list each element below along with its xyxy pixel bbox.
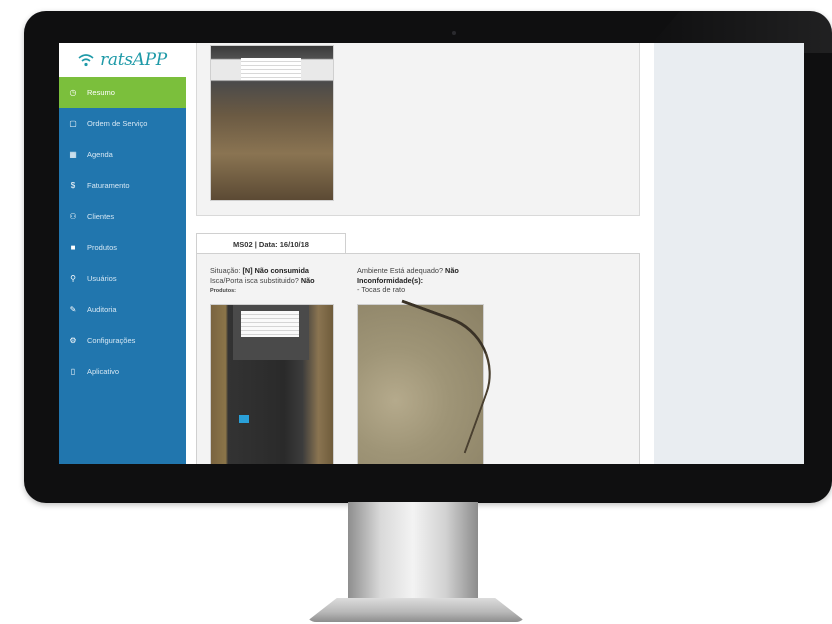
sidebar-item-label: Produtos xyxy=(87,243,118,252)
users-icon: ⚇ xyxy=(69,212,77,221)
isca-label: Isca/Porta isca substituido? xyxy=(210,275,299,285)
bait-station-photo[interactable] xyxy=(210,45,334,201)
sidebar-item-label: Usuários xyxy=(87,274,117,283)
monitor-stand xyxy=(348,502,478,600)
box-icon: ■ xyxy=(70,243,76,252)
produtos-label: Produtos: xyxy=(210,288,236,294)
sidebar-item-agenda[interactable]: ▦ Agenda xyxy=(59,139,186,170)
brand-name: ratsAPP xyxy=(100,50,167,70)
mobile-icon: ▯ xyxy=(70,367,76,376)
camera-dot xyxy=(452,31,456,35)
sidebar-item-resumo[interactable]: ◷ Resumo xyxy=(59,77,186,108)
user-icon: ⚲ xyxy=(70,274,76,283)
sidebar-item-produtos[interactable]: ■ Produtos xyxy=(59,232,186,263)
inconformidade-label: Inconformidade(s): xyxy=(357,275,424,285)
dollar-icon: $ xyxy=(70,181,76,190)
inspection-card: Situação: [N] Não consumida Isca/Porta i… xyxy=(196,253,640,464)
previous-inspection-card xyxy=(196,43,640,216)
sidebar-item-label: Ordem de Serviço xyxy=(87,119,148,128)
isca-value: Não xyxy=(300,275,315,285)
sidebar-item-aplicativo[interactable]: ▯ Aplicativo xyxy=(59,356,186,387)
ambiente-value: Não xyxy=(445,266,459,275)
right-panel xyxy=(654,43,804,464)
clock-icon: ◷ xyxy=(69,88,77,97)
clipboard-icon: ▢ xyxy=(69,119,77,128)
calendar-icon: ▦ xyxy=(69,150,77,159)
gear-icon: ⚙ xyxy=(69,336,77,345)
station-label-sticker xyxy=(241,311,299,337)
burrow-crack xyxy=(360,299,508,454)
sidebar: ratsAPP ◷ Resumo ▢ Ordem de Serviço ▦ Ag… xyxy=(59,43,186,464)
bait-station-open-photo[interactable] xyxy=(210,304,334,464)
monitor-base xyxy=(306,598,526,622)
rat-burrow-photo[interactable] xyxy=(357,299,508,464)
sidebar-item-label: Faturamento xyxy=(87,181,130,190)
inconformidade-item: - Tocas de rato xyxy=(357,285,406,294)
wifi-icon xyxy=(78,54,94,67)
ambiente-label: Ambiente Está adequado? xyxy=(357,266,444,275)
sidebar-item-clientes[interactable]: ⚇ Clientes xyxy=(59,201,186,232)
monitor-bezel: ratsAPP ◷ Resumo ▢ Ordem de Serviço ▦ Ag… xyxy=(24,11,832,503)
sidebar-item-label: Auditoria xyxy=(87,305,117,314)
situacao-label: Situação: xyxy=(210,266,241,275)
sidebar-item-label: Configurações xyxy=(87,336,136,345)
station-label-sticker xyxy=(241,58,301,80)
bait-block xyxy=(239,415,249,423)
sidebar-item-label: Resumo xyxy=(87,88,115,97)
sidebar-item-auditoria[interactable]: ✎ Auditoria xyxy=(59,294,186,325)
sidebar-item-usuarios[interactable]: ⚲ Usuários xyxy=(59,263,186,294)
environment-info: Ambiente Está adequado? Não Inconformida… xyxy=(357,266,507,295)
situacao-value: [N] Não consumida xyxy=(242,266,309,275)
app-screen: ratsAPP ◷ Resumo ▢ Ordem de Serviço ▦ Ag… xyxy=(59,43,804,464)
sidebar-item-faturamento[interactable]: $ Faturamento xyxy=(59,170,186,201)
sidebar-item-configuracoes[interactable]: ⚙ Configurações xyxy=(59,325,186,356)
sidebar-item-label: Agenda xyxy=(87,150,113,159)
sidebar-item-ordem-de-servico[interactable]: ▢ Ordem de Serviço xyxy=(59,108,186,139)
sidebar-item-label: Clientes xyxy=(87,212,115,221)
sidebar-item-label: Aplicativo xyxy=(87,367,120,376)
main-content: MS02 | Data: 16/10/18 Situação: [N] Não … xyxy=(186,43,654,464)
brand-logo[interactable]: ratsAPP xyxy=(59,43,186,77)
edit-icon: ✎ xyxy=(69,305,77,314)
station-status-info: Situação: [N] Não consumida Isca/Porta i… xyxy=(210,266,345,297)
tab-inspection-ms02[interactable]: MS02 | Data: 16/10/18 xyxy=(196,233,346,255)
